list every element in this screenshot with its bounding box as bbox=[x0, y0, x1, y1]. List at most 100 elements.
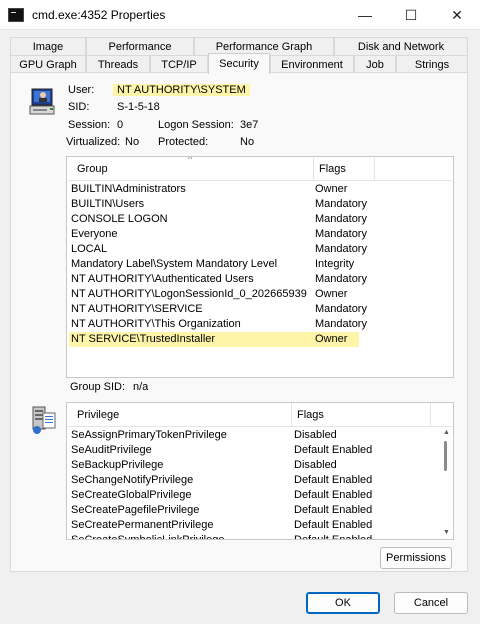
protected-value: No bbox=[240, 136, 255, 148]
group-name: LOCAL bbox=[71, 243, 108, 255]
tab-environment[interactable]: Environment bbox=[270, 55, 354, 73]
sort-ascending-icon: ^ bbox=[188, 156, 193, 164]
groups-list-header: Group ^ Flags bbox=[67, 157, 453, 181]
tab-job[interactable]: Job bbox=[354, 55, 396, 73]
sid-label: SID: bbox=[68, 101, 90, 113]
privilege-name: SeChangeNotifyPrivilege bbox=[71, 474, 194, 486]
groups-list[interactable]: Group ^ Flags BUILTIN\Administrators Owne… bbox=[66, 156, 454, 378]
group-sid-value: n/a bbox=[133, 381, 149, 393]
group-flags: Mandatory bbox=[315, 318, 367, 330]
maximize-button[interactable]: ☐ bbox=[388, 0, 434, 30]
cmd-app-icon bbox=[8, 8, 24, 22]
group-name: NT AUTHORITY\Authenticated Users bbox=[71, 273, 254, 285]
privileges-scrollbar-thumb[interactable] bbox=[444, 441, 447, 471]
group-row[interactable]: LOCAL Mandatory bbox=[67, 242, 453, 257]
group-row[interactable]: Everyone Mandatory bbox=[67, 227, 453, 242]
close-button[interactable]: ✕ bbox=[434, 0, 480, 30]
group-flags: Owner bbox=[315, 288, 348, 300]
cancel-button[interactable]: Cancel bbox=[394, 592, 468, 614]
privilege-row[interactable]: SeCreatePagefilePrivilege Default Enabled bbox=[67, 503, 453, 518]
tab-row-2: GPU Graph Threads TCP/IP Security Enviro… bbox=[10, 53, 468, 74]
group-row[interactable]: BUILTIN\Users Mandatory bbox=[67, 197, 453, 212]
privilege-row[interactable]: SeBackupPrivilege Disabled bbox=[67, 458, 453, 473]
privilege-server-icon bbox=[32, 406, 56, 434]
privilege-row[interactable]: SeAuditPrivilege Default Enabled bbox=[67, 443, 453, 458]
privilege-name: SeCreatePagefilePrivilege bbox=[71, 504, 200, 516]
tab-strings[interactable]: Strings bbox=[396, 55, 468, 73]
privilege-row[interactable]: SeCreateGlobalPrivilege Default Enabled bbox=[67, 488, 453, 503]
group-name: NT AUTHORITY\SERVICE bbox=[71, 303, 203, 315]
group-row[interactable]: NT SERVICE\TrustedInstaller Owner bbox=[67, 332, 453, 347]
privilege-flags-column-header[interactable]: Flags bbox=[291, 403, 391, 427]
group-name: NT AUTHORITY\This Organization bbox=[71, 318, 241, 330]
tab-threads[interactable]: Threads bbox=[86, 55, 150, 73]
group-flags: Owner bbox=[315, 183, 348, 195]
group-flags: Mandatory bbox=[315, 228, 367, 240]
group-row[interactable]: NT AUTHORITY\LogonSessionId_0_202665939 O… bbox=[67, 287, 453, 302]
group-sid-label: Group SID: bbox=[70, 381, 126, 393]
logon-session-label: Logon Session: bbox=[158, 119, 234, 131]
privilege-column-header[interactable]: Privilege bbox=[71, 403, 291, 427]
privilege-flags: Default Enabled bbox=[294, 519, 373, 531]
privilege-row[interactable]: SeChangeNotifyPrivilege Default Enabled bbox=[67, 473, 453, 488]
tab-disk-and-network[interactable]: Disk and Network bbox=[334, 37, 468, 55]
privilege-flags: Disabled bbox=[294, 429, 337, 441]
virtualized-value: No bbox=[125, 136, 140, 148]
privilege-flags: Default Enabled bbox=[294, 504, 373, 516]
group-name: Everyone bbox=[71, 228, 118, 240]
group-row[interactable]: BUILTIN\Administrators Owner bbox=[67, 182, 453, 197]
group-name: CONSOLE LOGON bbox=[71, 213, 168, 225]
group-row[interactable]: NT AUTHORITY\SERVICE Mandatory bbox=[67, 302, 453, 317]
privilege-name: SeCreateSymbolicLinkPrivilege bbox=[71, 534, 225, 540]
privilege-row[interactable]: SeCreateSymbolicLinkPrivilege Default Ena… bbox=[67, 533, 453, 540]
privilege-flags: Default Enabled bbox=[294, 474, 373, 486]
sid-value: S-1-5-18 bbox=[117, 101, 160, 113]
group-row[interactable]: NT AUTHORITY\This Organization Mandatory bbox=[67, 317, 453, 332]
group-name: Mandatory Label\System Mandatory Level bbox=[71, 258, 278, 270]
group-flags: Mandatory bbox=[315, 243, 367, 255]
window-title: cmd.exe:4352 Properties bbox=[32, 8, 166, 22]
privilege-flags: Default Enabled bbox=[294, 489, 373, 501]
session-value: 0 bbox=[117, 119, 124, 131]
column-separator bbox=[430, 403, 431, 427]
group-flags: Mandatory bbox=[315, 303, 367, 315]
ok-button[interactable]: OK bbox=[306, 592, 380, 614]
group-row[interactable]: CONSOLE LOGON Mandatory bbox=[67, 212, 453, 227]
group-flags: Mandatory bbox=[315, 213, 367, 225]
tab-security[interactable]: Security bbox=[208, 53, 270, 74]
user-value: NT AUTHORITY\SYSTEM bbox=[113, 84, 250, 96]
privilege-row[interactable]: SeAssignPrimaryTokenPrivilege Disabled bbox=[67, 428, 453, 443]
session-label: Session: bbox=[68, 119, 111, 131]
privilege-row[interactable]: SeCreatePermanentPrivilege Default Enable… bbox=[67, 518, 453, 533]
tab-performance[interactable]: Performance bbox=[86, 37, 194, 55]
logon-session-value: 3e7 bbox=[240, 119, 259, 131]
privilege-name: SeCreateGlobalPrivilege bbox=[71, 489, 192, 501]
group-flags: Integrity bbox=[315, 258, 355, 270]
group-row[interactable]: NT AUTHORITY\Authenticated Users Mandator… bbox=[67, 272, 453, 287]
tab-tcp-ip[interactable]: TCP/IP bbox=[150, 55, 208, 73]
scroll-down-icon[interactable]: ▼ bbox=[443, 529, 450, 536]
minimize-button[interactable]: — bbox=[342, 0, 388, 30]
group-name: NT AUTHORITY\LogonSessionId_0_202665939 bbox=[71, 288, 307, 300]
title-bar: cmd.exe:4352 Properties — ☐ ✕ bbox=[0, 0, 480, 30]
group-name: BUILTIN\Administrators bbox=[71, 183, 186, 195]
group-row[interactable]: Mandatory Label\System Mandatory Level In… bbox=[67, 257, 453, 272]
tab-gpu-graph[interactable]: GPU Graph bbox=[10, 55, 86, 73]
privilege-flags: Default Enabled bbox=[294, 534, 373, 540]
scroll-up-icon[interactable]: ▲ bbox=[443, 429, 450, 436]
tab-image[interactable]: Image bbox=[10, 37, 86, 55]
group-flags: Mandatory bbox=[315, 273, 367, 285]
privileges-list-header: Privilege Flags bbox=[67, 403, 453, 427]
protected-label: Protected: bbox=[158, 136, 209, 148]
privilege-flags: Disabled bbox=[294, 459, 337, 471]
user-computer-icon bbox=[29, 88, 55, 115]
permissions-button[interactable]: Permissions bbox=[380, 547, 452, 569]
group-flags: Owner bbox=[315, 333, 348, 345]
group-flags: Mandatory bbox=[315, 198, 367, 210]
flags-column-header[interactable]: Flags bbox=[313, 157, 373, 181]
privilege-flags: Default Enabled bbox=[294, 444, 373, 456]
virtualized-label: Virtualized: bbox=[66, 136, 121, 148]
privileges-list[interactable]: Privilege Flags SeAssignPrimaryTokenPriv… bbox=[66, 402, 454, 540]
privilege-name: SeBackupPrivilege bbox=[71, 459, 164, 471]
user-label: User: bbox=[68, 84, 95, 96]
